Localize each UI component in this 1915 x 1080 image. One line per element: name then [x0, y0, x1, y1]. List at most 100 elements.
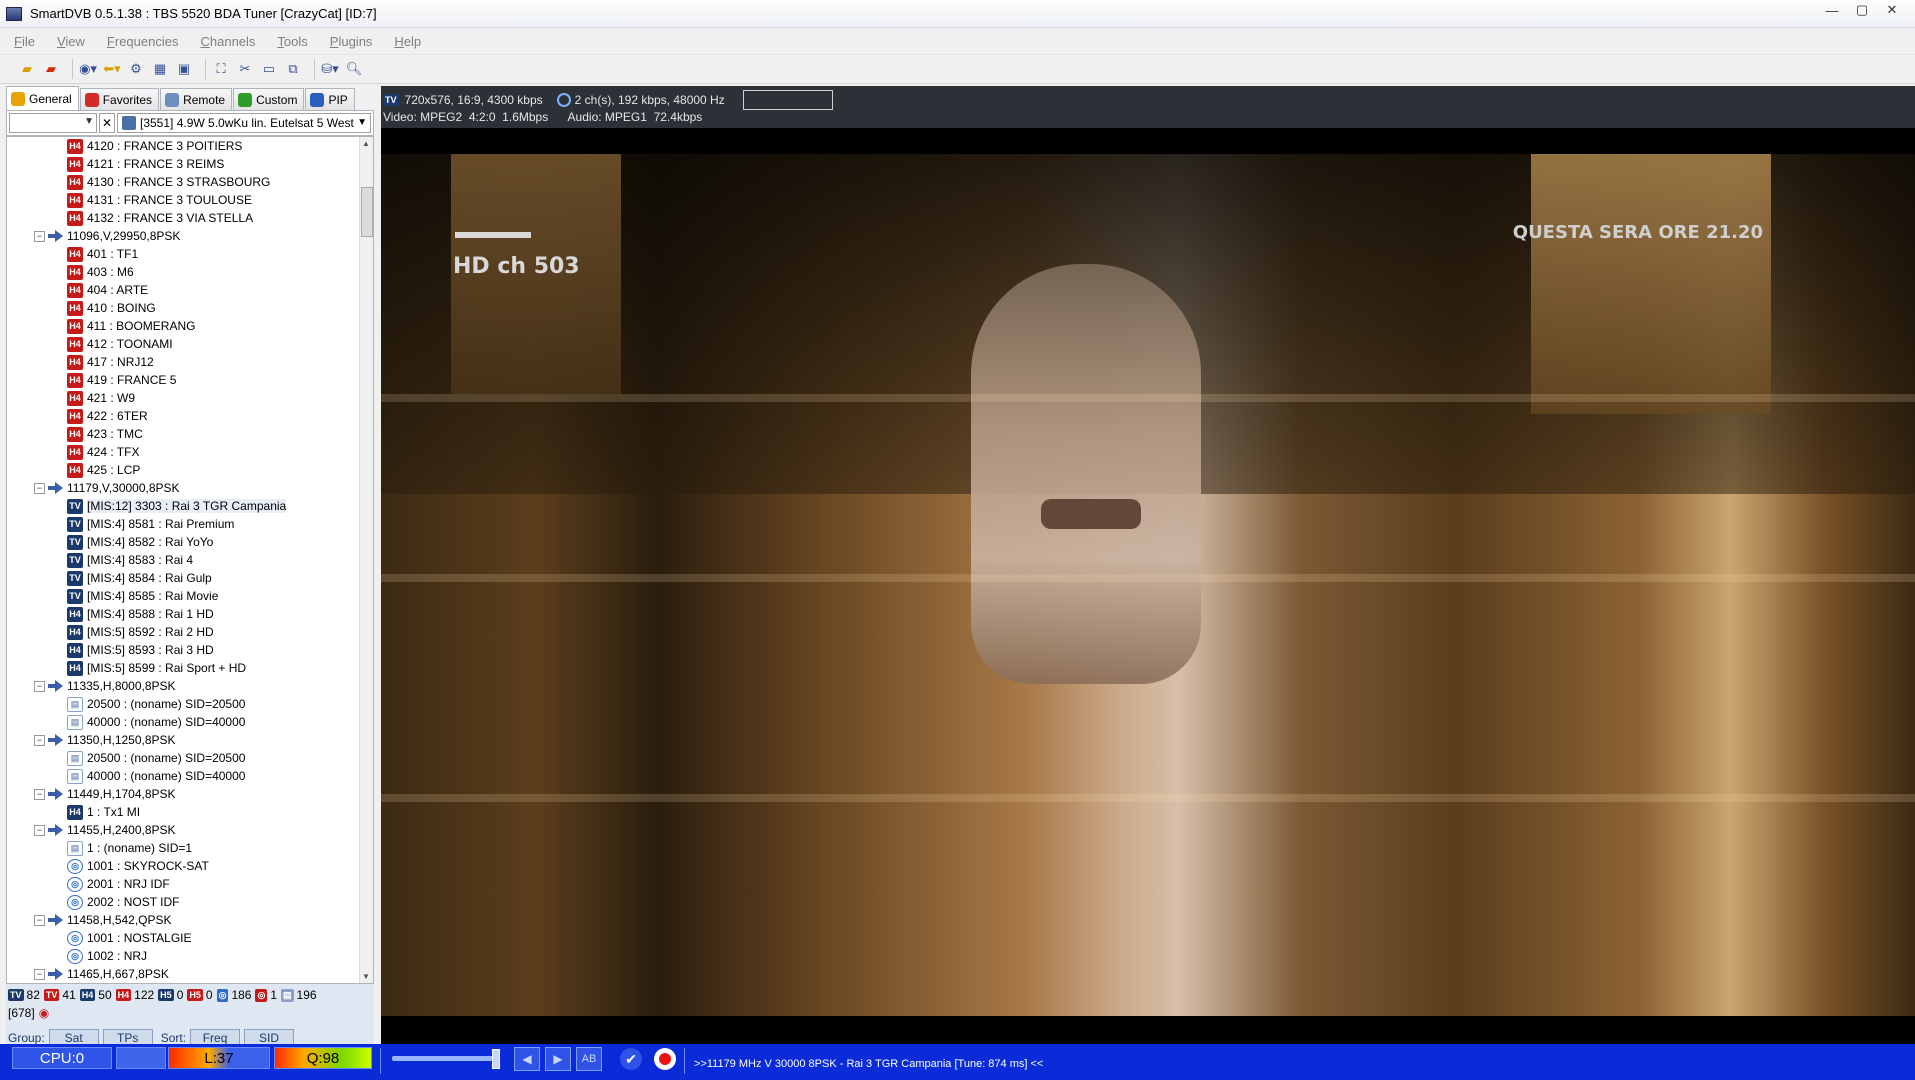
next-icon[interactable]: ▶ — [545, 1047, 571, 1071]
scroll-down-icon[interactable]: ▼ — [362, 972, 370, 981]
scroll-up-icon[interactable]: ▲ — [362, 139, 370, 148]
record-dropdown-icon[interactable]: ◉▾ — [79, 60, 97, 78]
transponder-row[interactable]: − 11455,H,2400,8PSK — [7, 821, 359, 839]
window-icon[interactable]: ▭ — [260, 60, 278, 78]
channel-row[interactable]: TV [MIS:4] 8584 : Rai Gulp — [7, 569, 359, 587]
tree-scrollbar[interactable]: ▲ ▼ — [359, 137, 373, 983]
channel-row[interactable]: H4 [MIS:5] 8593 : Rai 3 HD — [7, 641, 359, 659]
fullscreen-icon[interactable]: ⛶ — [212, 60, 230, 78]
grid-icon[interactable]: ▦ — [151, 60, 169, 78]
tab-favorites[interactable]: Favorites — [79, 88, 160, 110]
collapse-icon[interactable]: − — [34, 968, 45, 980]
channel-row[interactable]: H4 4120 : FRANCE 3 POITIERS — [7, 137, 359, 155]
menu-view[interactable]: View — [57, 34, 85, 49]
ab-button[interactable]: AB — [576, 1047, 602, 1071]
channel-row[interactable]: ▤ 40000 : (noname) SID=40000 — [7, 713, 359, 731]
channel-row[interactable]: ◎ 2002 : NOST IDF — [7, 893, 359, 911]
satellite-select[interactable]: [3551] 4.9W 5.0wKu lin. Eutelsat 5 West — [117, 113, 371, 133]
channel-row[interactable]: H4 421 : W9 — [7, 389, 359, 407]
clear-filter-button[interactable]: ✕ — [99, 113, 115, 133]
transponder-row[interactable]: − 11458,H,542,QPSK — [7, 911, 359, 929]
maximize-button[interactable]: ▢ — [1847, 0, 1877, 20]
channel-row[interactable]: ▤ 20500 : (noname) SID=20500 — [7, 749, 359, 767]
channel-row[interactable]: H4 4131 : FRANCE 3 TOULOUSE — [7, 191, 359, 209]
search-icon[interactable]: 🔍︎ — [345, 60, 363, 78]
transponder-row[interactable]: − 11179,V,30000,8PSK — [7, 479, 359, 497]
channel-row[interactable]: H4 401 : TF1 — [7, 245, 359, 263]
channel-row[interactable]: H4 4121 : FRANCE 3 REIMS — [7, 155, 359, 173]
channel-row[interactable]: ◎ 1001 : NOSTALGIE — [7, 929, 359, 947]
channel-row[interactable]: TV [MIS:4] 8583 : Rai 4 — [7, 551, 359, 569]
channel-row[interactable]: ◎ 2001 : NRJ IDF — [7, 875, 359, 893]
channel-row[interactable]: H4 423 : TMC — [7, 425, 359, 443]
close-button[interactable]: ✕ — [1877, 0, 1907, 20]
scrollbar-thumb[interactable] — [361, 187, 373, 237]
channel-row[interactable]: H4 410 : BOING — [7, 299, 359, 317]
channel-row[interactable]: H4 [MIS:5] 8592 : Rai 2 HD — [7, 623, 359, 641]
channel-row[interactable]: H4 [MIS:4] 8588 : Rai 1 HD — [7, 605, 359, 623]
tab-remote[interactable]: Remote — [160, 88, 233, 110]
channel-row[interactable]: TV [MIS:4] 8585 : Rai Movie — [7, 587, 359, 605]
transponder-row[interactable]: − 11350,H,1250,8PSK — [7, 731, 359, 749]
channel-row[interactable]: ▤ 20500 : (noname) SID=20500 — [7, 695, 359, 713]
channel-row[interactable]: ◎ 1001 : SKYROCK-SAT — [7, 857, 359, 875]
filter-combo[interactable] — [9, 113, 97, 133]
pip-icon[interactable]: ⧉ — [284, 60, 302, 78]
channel-row[interactable]: H4 411 : BOOMERANG — [7, 317, 359, 335]
channel-row[interactable]: H4 425 : LCP — [7, 461, 359, 479]
check-icon[interactable]: ✔ — [620, 1048, 642, 1070]
transponder-row[interactable]: − 11449,H,1704,8PSK — [7, 785, 359, 803]
collapse-icon[interactable]: − — [34, 230, 45, 242]
channel-row[interactable]: H4 [MIS:5] 8599 : Rai Sport + HD — [7, 659, 359, 677]
channel-row[interactable]: H4 4130 : FRANCE 3 STRASBOURG — [7, 173, 359, 191]
channel-row[interactable]: H4 417 : NRJ12 — [7, 353, 359, 371]
menu-help[interactable]: Help — [394, 34, 421, 49]
channel-row[interactable]: H4 422 : 6TER — [7, 407, 359, 425]
channel-row[interactable]: H4 4132 : FRANCE 3 VIA STELLA — [7, 209, 359, 227]
channel-row[interactable]: ◎ 1002 : NRJ — [7, 947, 359, 965]
channel-row[interactable]: TV [MIS:12] 3303 : Rai 3 TGR Campania — [7, 497, 359, 515]
monitor-icon[interactable]: ▣ — [175, 60, 193, 78]
channel-row[interactable]: TV [MIS:4] 8582 : Rai YoYo — [7, 533, 359, 551]
plugin-dropdown-icon[interactable]: ⛁▾ — [321, 60, 339, 78]
collapse-icon[interactable]: − — [34, 914, 45, 926]
tab-custom[interactable]: Custom — [233, 88, 305, 110]
menu-channels[interactable]: Channels — [200, 34, 255, 49]
collapse-icon[interactable]: − — [34, 680, 45, 692]
channel-row[interactable]: H4 419 : FRANCE 5 — [7, 371, 359, 389]
close-folder-icon[interactable]: ▰ — [42, 60, 60, 78]
tools-icon[interactable]: ✂ — [236, 60, 254, 78]
back-dropdown-icon[interactable]: ⬅▾ — [103, 60, 121, 78]
transponder-row[interactable]: − 11335,H,8000,8PSK — [7, 677, 359, 695]
channel-row[interactable]: H4 1 : Tx1 MI — [7, 803, 359, 821]
prev-icon[interactable]: ◀ — [514, 1047, 540, 1071]
menu-plugins[interactable]: Plugins — [330, 34, 373, 49]
open-folder-icon[interactable]: ▰ — [18, 60, 36, 78]
collapse-icon[interactable]: − — [34, 788, 45, 800]
collapse-icon[interactable]: − — [34, 824, 45, 836]
channel-row[interactable]: TV [MIS:4] 8581 : Rai Premium — [7, 515, 359, 533]
settings-icon[interactable]: ⚙ — [127, 60, 145, 78]
channel-row[interactable]: ▤ 40000 : (noname) SID=40000 — [7, 767, 359, 785]
transponder-row[interactable]: − 11465,H,667,8PSK — [7, 965, 359, 983]
minimize-button[interactable]: — — [1817, 0, 1847, 20]
transponder-row[interactable]: − 11096,V,29950,8PSK — [7, 227, 359, 245]
collapse-icon[interactable]: − — [34, 734, 45, 746]
channel-row[interactable]: H4 403 : M6 — [7, 263, 359, 281]
channel-tree[interactable]: H4 4120 : FRANCE 3 POITIERS H4 4121 : FRANC… — [6, 136, 374, 984]
volume-knob[interactable] — [492, 1049, 500, 1069]
menu-frequencies[interactable]: Frequencies — [107, 34, 179, 49]
volume-slider[interactable] — [392, 1049, 500, 1069]
record-icon[interactable] — [654, 1048, 676, 1070]
channel-row[interactable]: H4 404 : ARTE — [7, 281, 359, 299]
menu-tools[interactable]: Tools — [277, 34, 307, 49]
channel-row[interactable]: ▤ 1 : (noname) SID=1 — [7, 839, 359, 857]
tab-general[interactable]: General — [6, 86, 79, 110]
channel-row[interactable]: H4 412 : TOONAMI — [7, 335, 359, 353]
eye-icon[interactable]: ◉ — [39, 1006, 49, 1020]
tab-pip[interactable]: PIP — [305, 88, 355, 110]
collapse-icon[interactable]: − — [34, 482, 45, 494]
menu-file[interactable]: File — [14, 34, 35, 49]
channel-row[interactable]: H4 424 : TFX — [7, 443, 359, 461]
video-display[interactable]: HD ch 503 QUESTA SERA ORE 21.20 — [381, 128, 1915, 1044]
